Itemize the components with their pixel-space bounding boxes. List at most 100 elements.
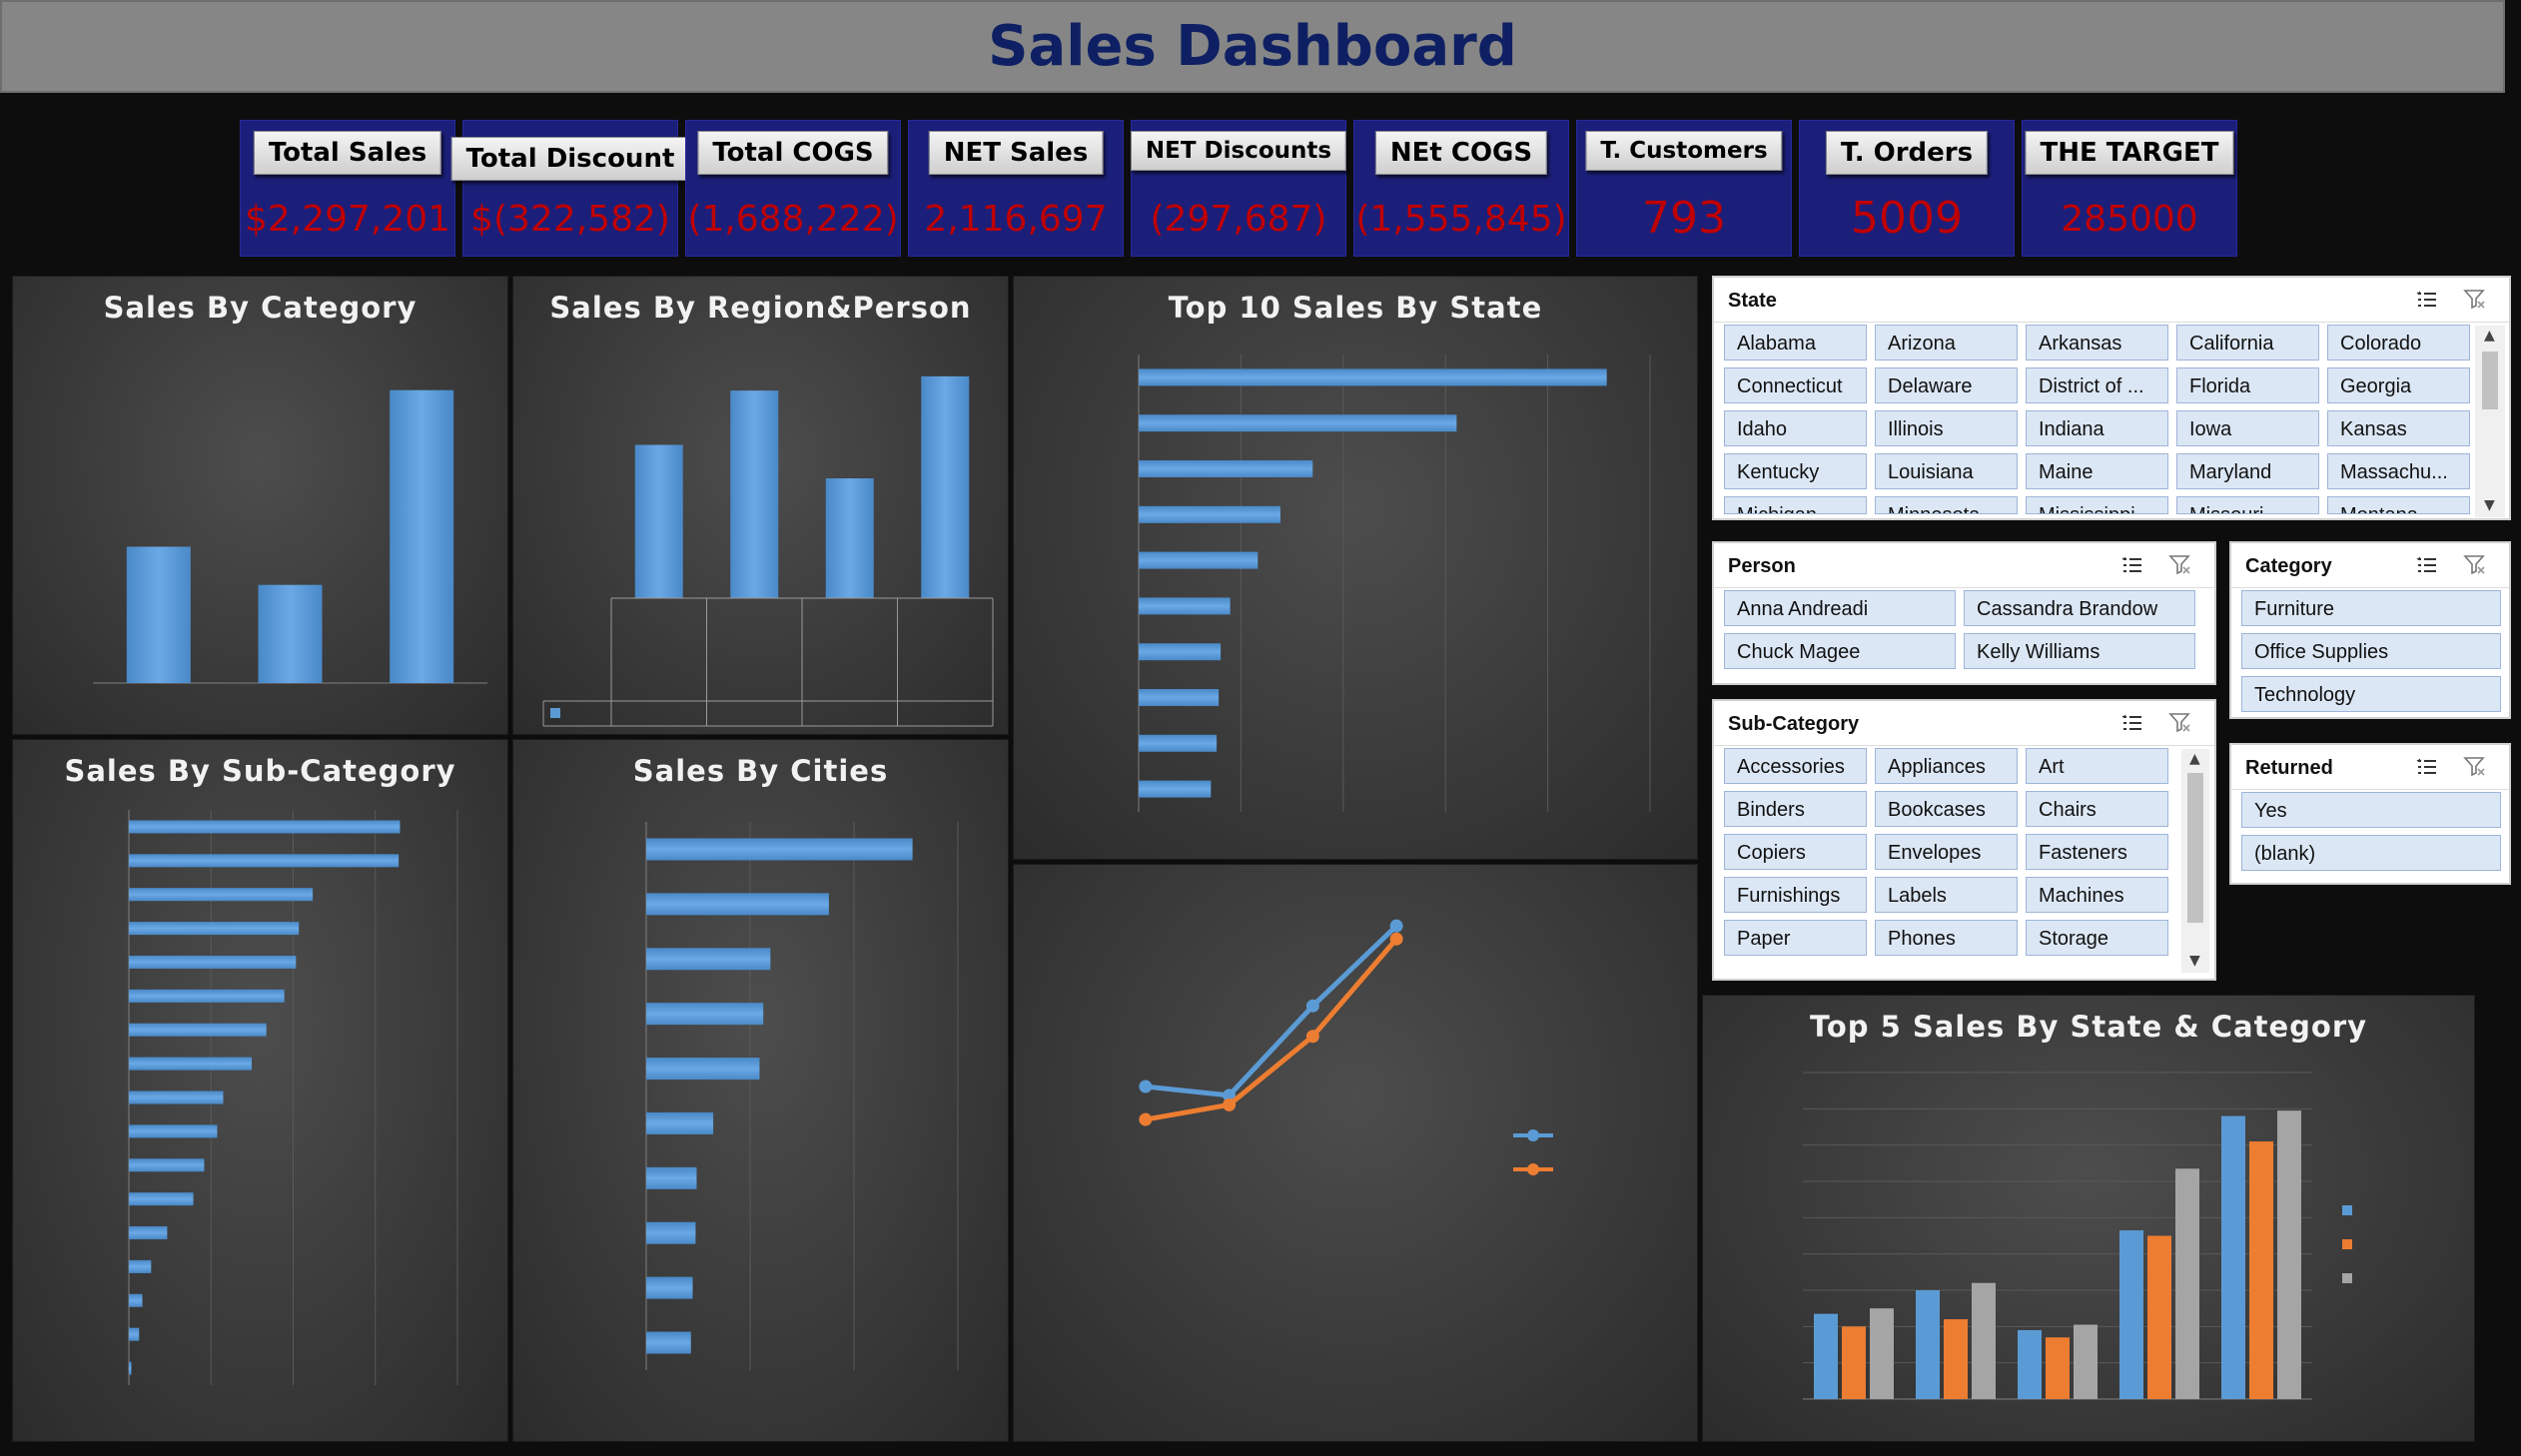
bar-west [921,375,970,598]
slicer-item-art[interactable]: Art [2026,748,2168,784]
kpi-label: T. Orders [1825,131,1989,175]
slicer-item-labels[interactable]: Labels [1875,877,2018,913]
slicer-item--blank[interactable]: (blank) [2241,835,2501,871]
kpi-label: Total Discount [450,137,690,181]
kpi-card-net-discounts: NET Discounts (297,687) [1130,120,1347,257]
multi-select-icon[interactable] [2120,553,2144,577]
clear-filter-icon[interactable] [2463,755,2487,779]
bar-phones [129,820,401,834]
slicer-item-technology[interactable]: Technology [2241,676,2501,712]
slicer-item-louisiana[interactable]: Louisiana [1875,453,2018,489]
slicer-item-yes[interactable]: Yes [2241,792,2501,828]
bar-storage [129,888,314,902]
scrollbar-thumb[interactable] [2482,352,2498,409]
slicer-item-binders[interactable]: Binders [1724,791,1867,827]
slicer-item-copiers[interactable]: Copiers [1724,834,1867,870]
legend-swatch [1527,1129,1539,1141]
slicer-item-connecticut[interactable]: Connecticut [1724,367,1867,403]
slicer-person[interactable]: Person Anna Andreadi Cassandra Brandow Chu… [1712,541,2216,685]
slicer-item-delaware[interactable]: Delaware [1875,367,2018,403]
scroll-down-icon[interactable]: ▼ [2189,953,2200,969]
slicer-sub-category[interactable]: Sub-Category ▲ ▼ Accessories Appliances Ar… [1712,699,2216,981]
slicer-item-envelopes[interactable]: Envelopes [1875,834,2018,870]
slicer-item-accessories[interactable]: Accessories [1724,748,1867,784]
slicer-scrollbar[interactable]: ▲ ▼ [2181,749,2209,973]
scrollbar-thumb[interactable] [2187,773,2203,923]
slicer-item-florida[interactable]: Florida [2176,367,2319,403]
slicer-item-alabama[interactable]: Alabama [1724,325,1867,361]
kpi-value: (297,687) [1150,199,1327,240]
page-title: Sales Dashboard [988,14,1517,79]
slicer-item-district-of[interactable]: District of ... [2026,367,2168,403]
slicer-item-bookcases[interactable]: Bookcases [1875,791,2018,827]
slicer-item-colorado[interactable]: Colorado [2327,325,2470,361]
slicer-item-fasteners[interactable]: Fasteners [2026,834,2168,870]
slicer-item-office-supplies[interactable]: Office Supplies [2241,633,2501,669]
slicer-item-massachu[interactable]: Massachu... [2327,453,2470,489]
slicer-title: Person [1728,555,1796,577]
slicer-item-iowa[interactable]: Iowa [2176,410,2319,446]
slicer-item-phones[interactable]: Phones [1875,920,2018,956]
slicer-category[interactable]: Category Furniture Office Supplies Technol… [2229,541,2511,719]
bar-art [129,1259,152,1273]
multi-select-icon[interactable] [2415,755,2439,779]
slicer-item-mississippi[interactable]: Mississippi [2026,496,2168,514]
slicer-scrollbar[interactable]: ▲ ▼ [2475,326,2505,517]
chart-sales-by-category: Sales By Category [12,276,508,735]
slicer-item-arkansas[interactable]: Arkansas [2026,325,2168,361]
slicer-item-kansas[interactable]: Kansas [2327,410,2470,446]
slicer-item-anna-andreadi[interactable]: Anna Andreadi [1724,590,1956,626]
slicer-item-kelly-williams[interactable]: Kelly Williams [1964,633,2195,669]
clear-filter-icon[interactable] [2168,553,2192,577]
slicer-item-maryland[interactable]: Maryland [2176,453,2319,489]
kpi-card-net-sales: NET Sales 2,116,697 [908,120,1124,257]
slicer-item-furnishings[interactable]: Furnishings [1724,877,1867,913]
bar-supplies [129,1226,168,1240]
slicer-item-minnesota[interactable]: Minnesota [1875,496,2018,514]
scroll-up-icon[interactable]: ▲ [2189,751,2200,767]
scroll-up-icon[interactable]: ▲ [2484,328,2495,344]
slicer-item-indiana[interactable]: Indiana [2026,410,2168,446]
slicer-item-california[interactable]: California [2176,325,2319,361]
slicer-item-arizona[interactable]: Arizona [1875,325,2018,361]
clear-filter-icon[interactable] [2463,553,2487,577]
bar-machines [129,989,285,1003]
bar-south [825,478,874,598]
slicer-state[interactable]: State ▲ ▼ Alabama Arizona Arkansas Californ… [1712,276,2511,520]
slicer-item-cassandra-brandow[interactable]: Cassandra Brandow [1964,590,2195,626]
slicer-header: Sub-Category [1714,701,2214,746]
slicer-item-paper[interactable]: Paper [1724,920,1867,956]
bar-tables [129,922,300,936]
multi-select-icon[interactable] [2415,553,2439,577]
bar-technology [390,389,454,683]
slicer-item-chuck-magee[interactable]: Chuck Magee [1724,633,1956,669]
clear-filter-icon[interactable] [2168,711,2192,735]
dashboard-banner: Sales Dashboard [0,0,2505,93]
slicer-item-missouri[interactable]: Missouri [2176,496,2319,514]
slicer-item-georgia[interactable]: Georgia [2327,367,2470,403]
slicer-item-montana[interactable]: Montana [2327,496,2470,514]
slicer-item-chairs[interactable]: Chairs [2026,791,2168,827]
slicer-item-michigan[interactable]: Michigan [1724,496,1867,514]
slicer-item-storage[interactable]: Storage [2026,920,2168,956]
bar-new-york-office-supplies [2147,1235,2171,1399]
bar-binders [129,955,297,969]
bar-california-technology [2277,1110,2301,1399]
slicer-item-furniture[interactable]: Furniture [2241,590,2501,626]
slicer-returned[interactable]: Returned Yes (blank) [2229,743,2511,885]
bar-pennsylvania-office-supplies [2046,1337,2070,1399]
multi-select-icon[interactable] [2415,288,2439,312]
slicer-title: Category [2245,555,2332,577]
slicer-item-appliances[interactable]: Appliances [1875,748,2018,784]
multi-select-icon[interactable] [2120,711,2144,735]
scroll-down-icon[interactable]: ▼ [2484,497,2495,513]
bar-accessories [129,1023,267,1037]
slicer-item-kentucky[interactable]: Kentucky [1724,453,1867,489]
clear-filter-icon[interactable] [2463,288,2487,312]
kpi-value: 5009 [1851,193,1963,244]
kpi-value: 285000 [2061,199,2198,240]
slicer-item-idaho[interactable]: Idaho [1724,410,1867,446]
slicer-item-machines[interactable]: Machines [2026,877,2168,913]
slicer-item-illinois[interactable]: Illinois [1875,410,2018,446]
slicer-item-maine[interactable]: Maine [2026,453,2168,489]
